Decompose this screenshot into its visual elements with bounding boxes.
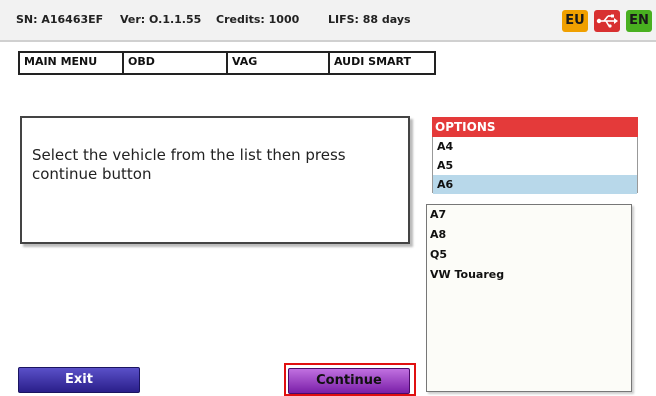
- credits: Credits: 1000: [216, 13, 300, 26]
- option-a7[interactable]: A7: [427, 205, 631, 225]
- exit-button[interactable]: Exit: [18, 367, 140, 393]
- instruction-text: Select the vehicle from the list then pr…: [32, 146, 346, 183]
- breadcrumb: MAIN MENU OBD VAG AUDI SMART: [18, 51, 436, 75]
- status-bar: SN: A16463EF Ver: O.1.1.55 Credits: 1000…: [0, 0, 656, 42]
- message-box: Select the vehicle from the list then pr…: [20, 116, 410, 244]
- continue-button[interactable]: Continue: [288, 368, 410, 394]
- region-badge[interactable]: EU: [562, 10, 588, 32]
- option-a8[interactable]: A8: [427, 225, 631, 245]
- breadcrumb-audi-smart[interactable]: AUDI SMART: [330, 53, 434, 73]
- options-list[interactable]: A4 A5 A6: [432, 137, 638, 194]
- breadcrumb-main-menu[interactable]: MAIN MENU: [20, 53, 124, 73]
- breadcrumb-vag[interactable]: VAG: [228, 53, 330, 73]
- option-vw-touareg[interactable]: VW Touareg: [427, 265, 631, 285]
- breadcrumb-obd[interactable]: OBD: [124, 53, 228, 73]
- option-a5[interactable]: A5: [433, 156, 637, 175]
- option-a4[interactable]: A4: [433, 137, 637, 156]
- option-a6[interactable]: A6: [433, 175, 637, 194]
- lifs: LIFS: 88 days: [328, 13, 411, 26]
- language-badge[interactable]: EN: [626, 10, 652, 32]
- version: Ver: O.1.1.55: [120, 13, 202, 26]
- option-q5[interactable]: Q5: [427, 245, 631, 265]
- options-header: OPTIONS: [432, 117, 638, 137]
- serial-number: SN: A16463EF: [16, 13, 104, 26]
- options-list-continued[interactable]: A7 A8 Q5 VW Touareg: [426, 204, 632, 392]
- usb-icon: [596, 14, 618, 28]
- usb-badge[interactable]: [594, 10, 620, 32]
